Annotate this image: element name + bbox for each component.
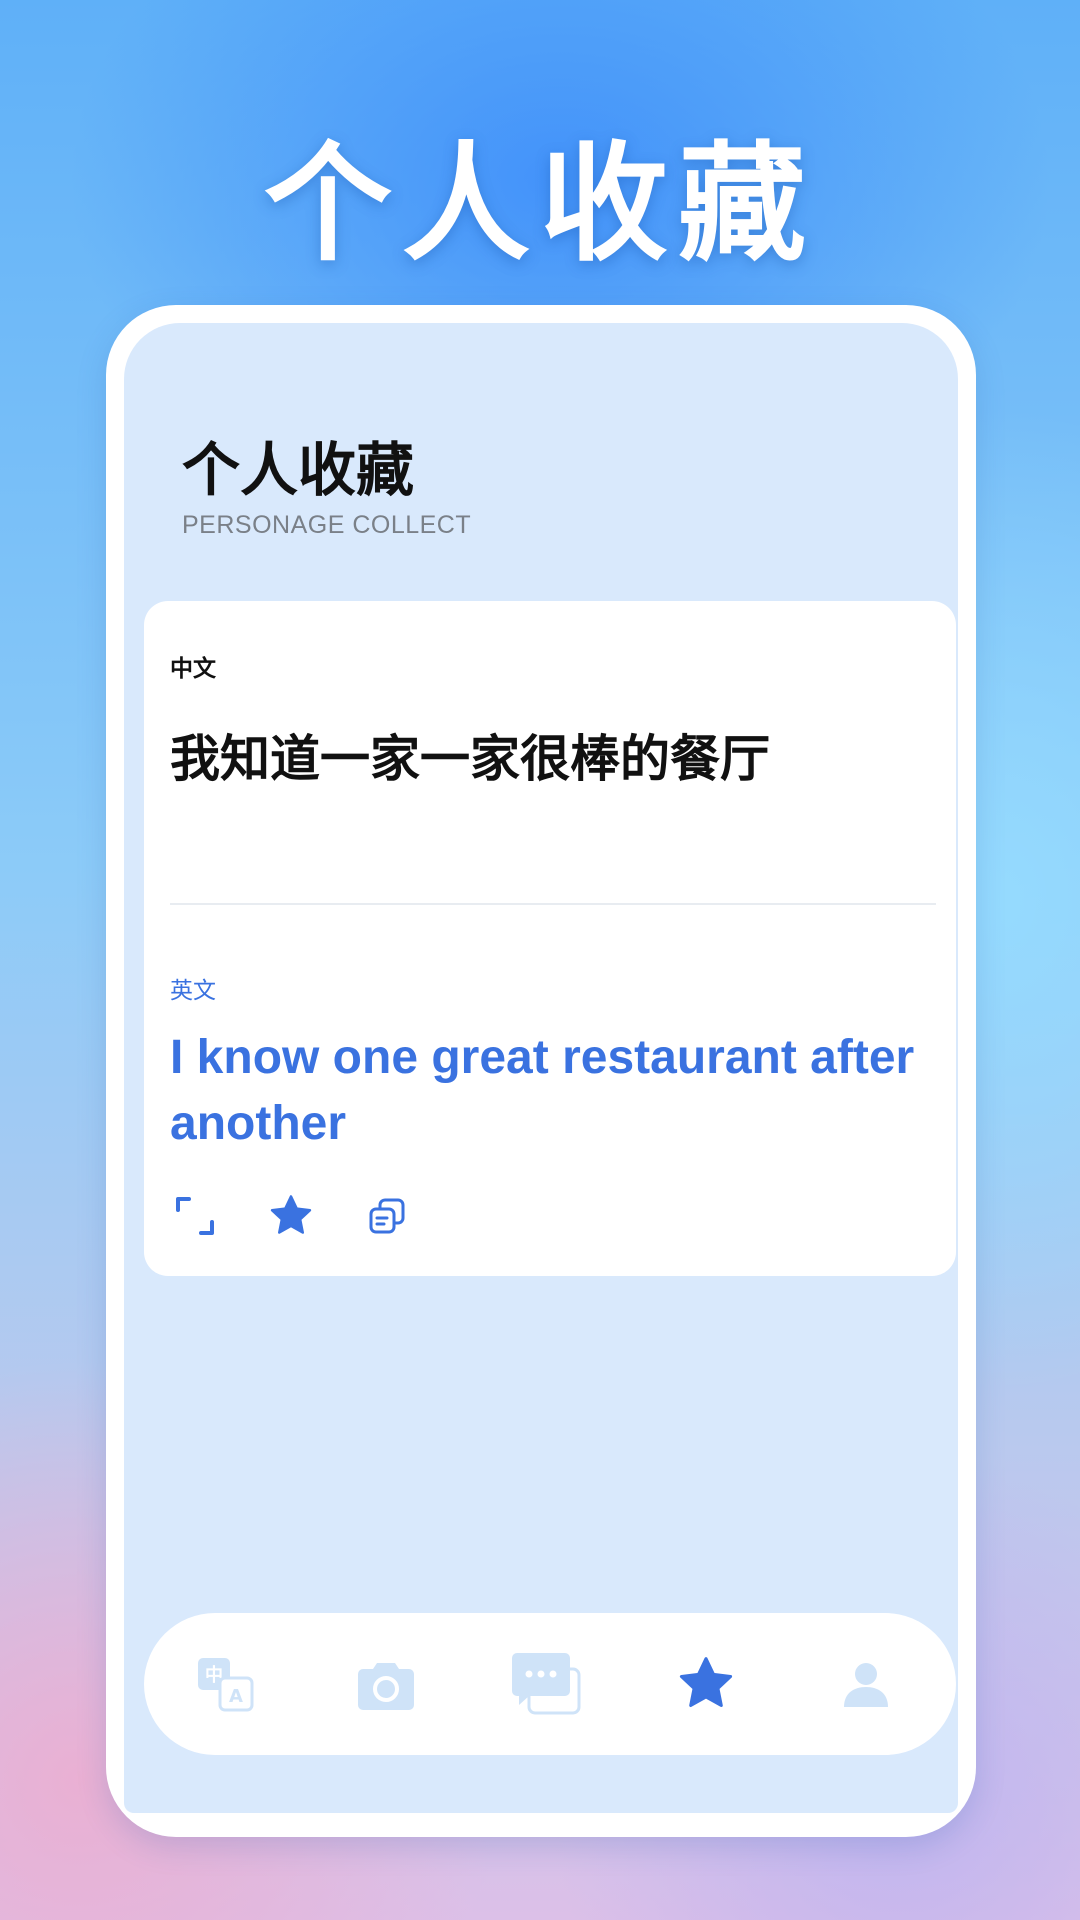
copy-icon xyxy=(369,1198,405,1234)
divider xyxy=(170,903,936,905)
favorite-card[interactable]: 中文 我知道一家一家很棒的餐厅 英文 I know one great rest… xyxy=(144,601,956,1276)
favorite-button[interactable] xyxy=(266,1191,316,1241)
target-language-label: 英文 xyxy=(170,978,216,1004)
svg-text:A: A xyxy=(229,1686,243,1707)
source-text: 我知道一家一家很棒的餐厅 xyxy=(170,730,770,788)
tab-chat[interactable] xyxy=(504,1642,588,1726)
app-screen: 个人收藏 PERSONAGE COLLECT 中文 我知道一家一家很棒的餐厅 英… xyxy=(124,323,958,1813)
tab-profile[interactable] xyxy=(824,1642,908,1726)
banner-title: 个人收藏 xyxy=(263,130,816,279)
star-icon xyxy=(679,1657,733,1707)
bottom-tab-bar: 中 A xyxy=(144,1613,956,1755)
phone-frame: 个人收藏 PERSONAGE COLLECT 中文 我知道一家一家很棒的餐厅 英… xyxy=(106,305,976,1837)
user-icon xyxy=(844,1663,888,1707)
source-language-label: 中文 xyxy=(170,656,216,682)
translation-text: I know one great restaurant after anothe… xyxy=(170,1031,915,1150)
camera-icon xyxy=(358,1663,414,1710)
tab-camera[interactable] xyxy=(344,1642,428,1726)
page-title: 个人收藏 xyxy=(182,436,415,504)
star-icon xyxy=(270,1195,312,1234)
translate-icon: 中 A xyxy=(198,1658,254,1712)
copy-button[interactable] xyxy=(362,1191,412,1241)
page-subtitle: PERSONAGE COLLECT xyxy=(182,511,472,539)
chat-icon xyxy=(512,1653,581,1715)
card-actions xyxy=(170,1191,570,1241)
tab-favorites[interactable] xyxy=(664,1642,748,1726)
expand-icon xyxy=(176,1197,214,1235)
expand-button[interactable] xyxy=(170,1191,220,1241)
tab-translate[interactable]: 中 A xyxy=(184,1642,268,1726)
